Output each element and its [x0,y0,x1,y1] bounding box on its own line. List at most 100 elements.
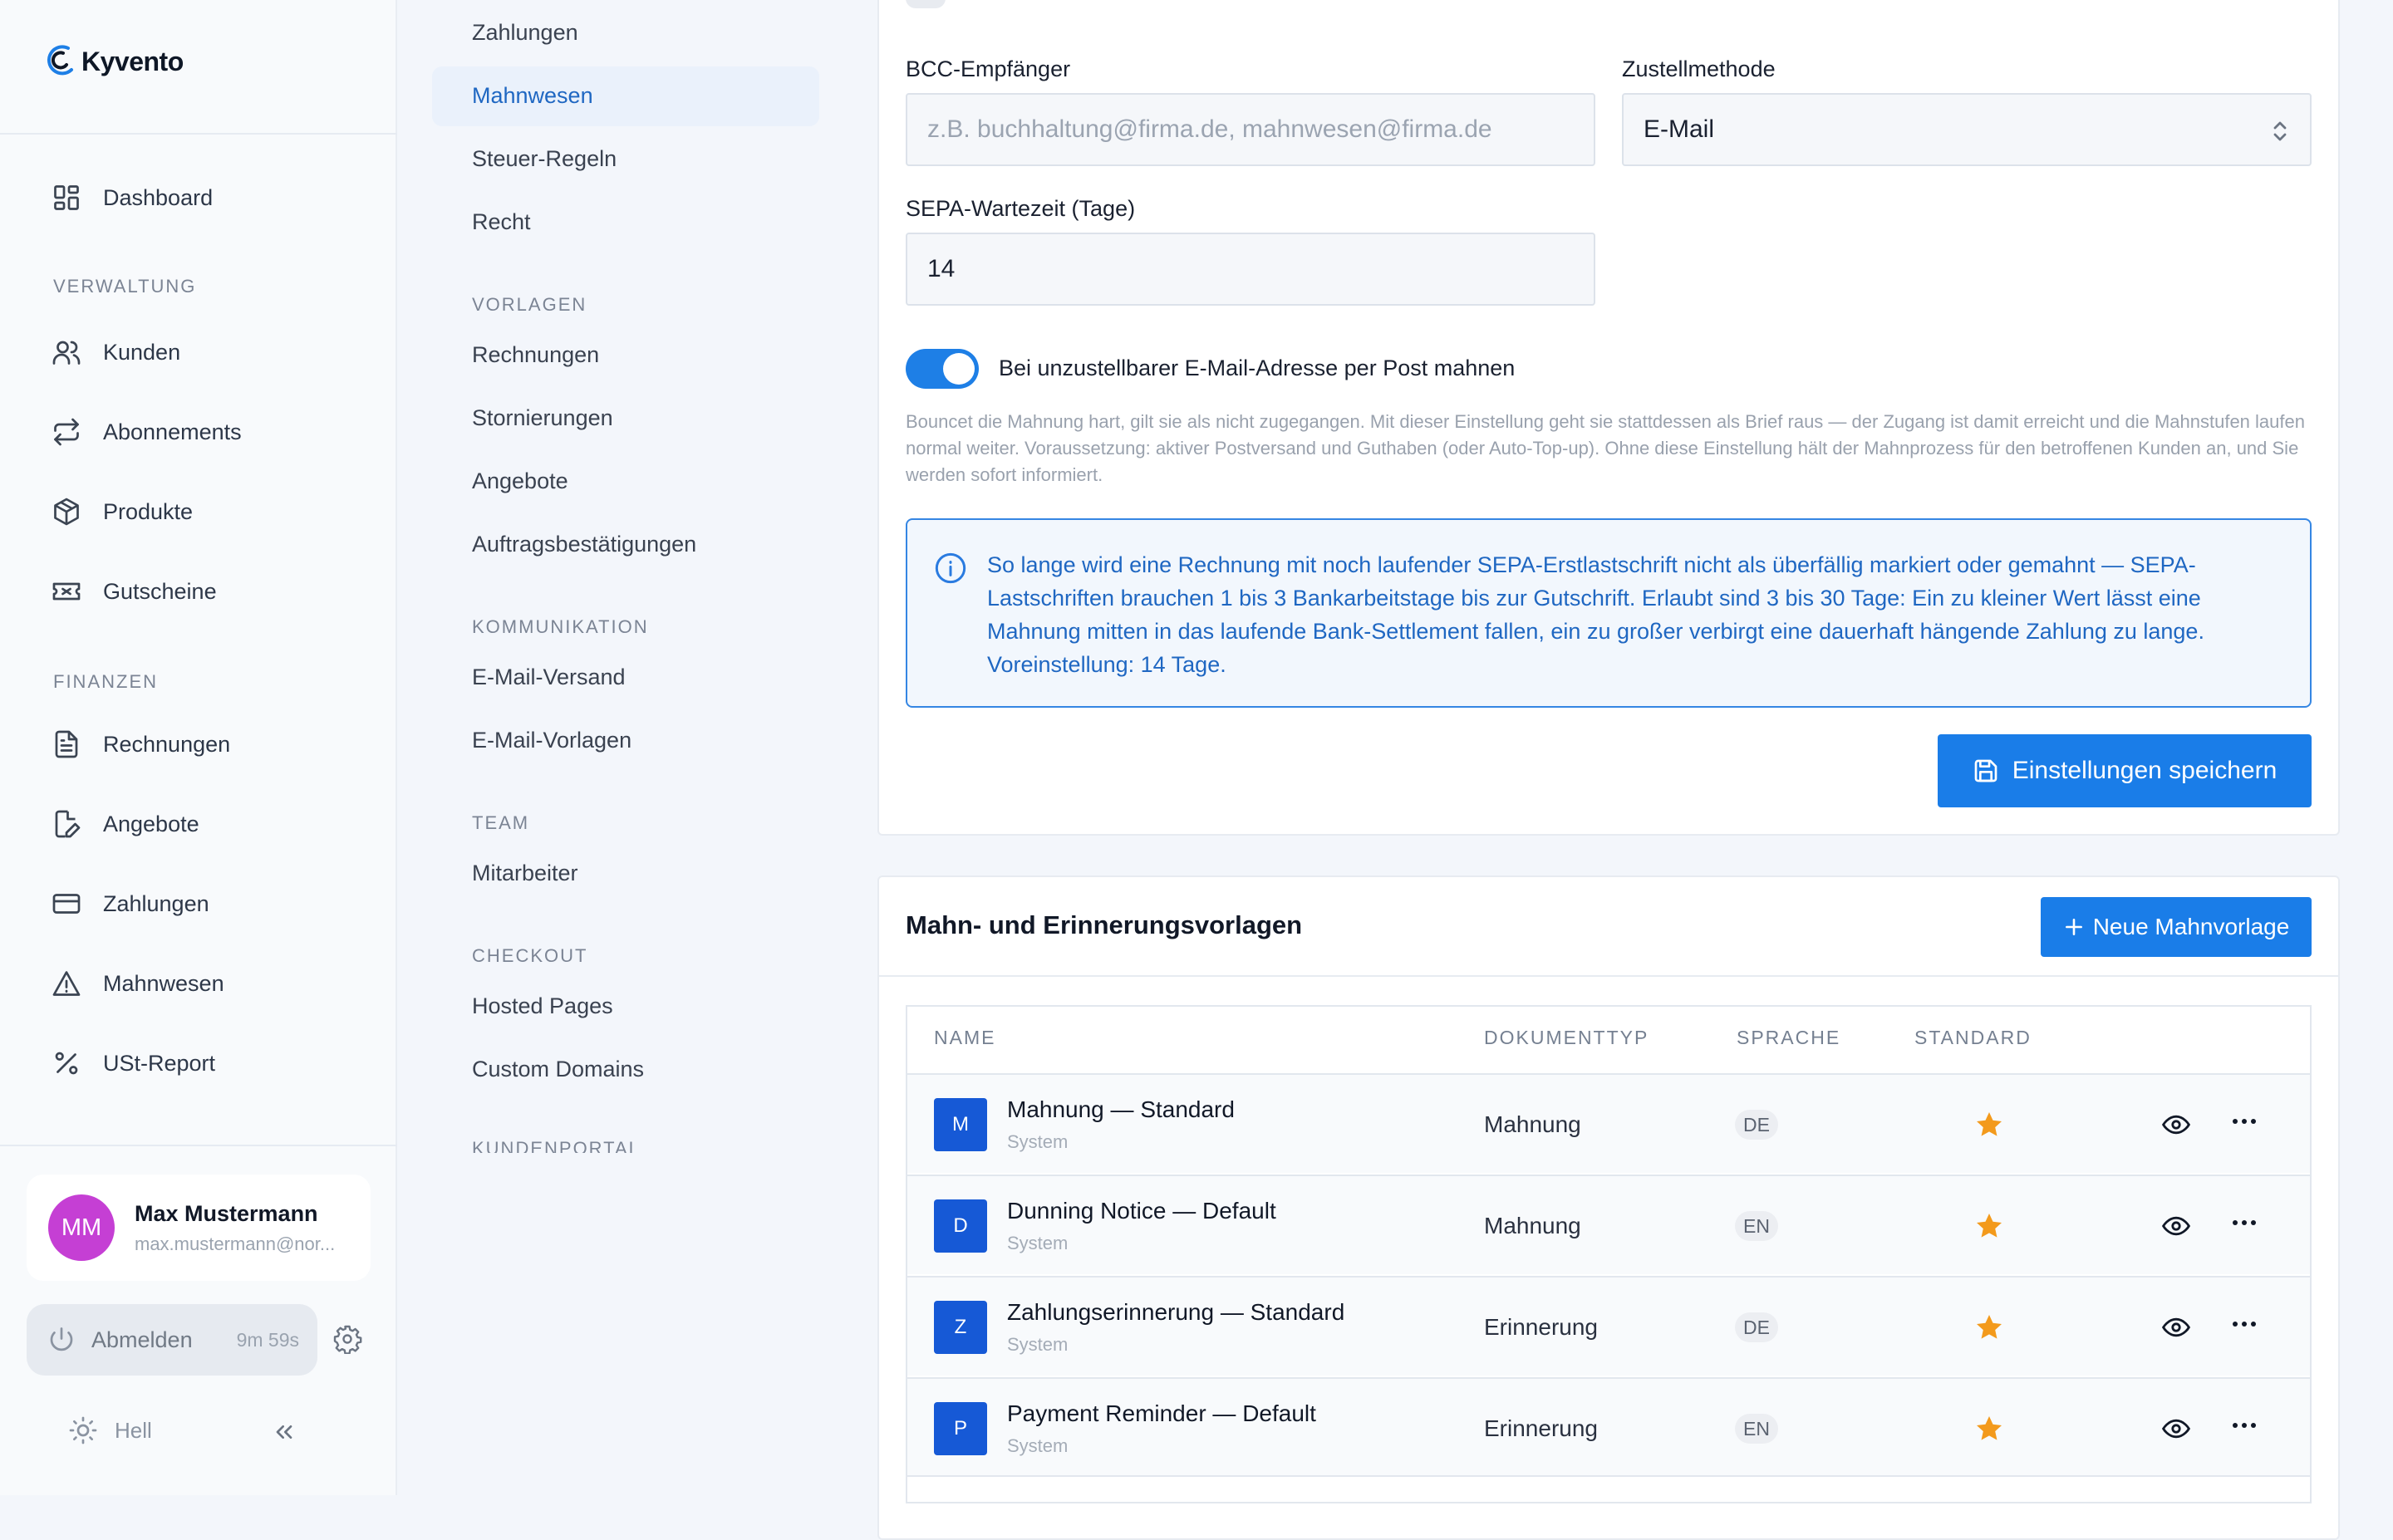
subnav-heading-kundenportal: KUNDENPORTAL [472,1138,641,1153]
save-settings-button[interactable]: Einstellungen speichern [1938,734,2312,807]
percent-icon [55,1052,78,1075]
sidebar-item-label: Kunden [103,339,181,365]
template-name: Mahnung — Standard [1007,1096,1235,1122]
language-badge: EN [1735,1211,1778,1241]
subnav-item-rechnungen[interactable]: Rechnungen [472,342,599,368]
app-logo[interactable]: Kyvento [43,42,184,81]
subnav-item-angebote[interactable]: Angebote [472,468,568,494]
post-fallback-help: Bouncet die Mahnung hart, gilt sie als n… [906,411,2305,485]
eye-icon[interactable] [2162,1417,2190,1440]
plus-icon [2065,919,2082,935]
template-source: System [1007,1334,1069,1355]
more-icon[interactable] [2232,1319,2257,1329]
sidebar-item-label: USt-Report [103,1050,216,1076]
subnav-heading-vorlagen: VORLAGEN [472,294,587,315]
user-card[interactable]: MM Max Mustermann max.mustermann@nor... [27,1175,371,1281]
subnav-item-hosted-pages[interactable]: Hosted Pages [472,993,613,1019]
logout-button[interactable]: Abmelden 9m 59s [27,1304,317,1376]
more-icon[interactable] [2232,1218,2257,1228]
sidebar-item-abonnements[interactable]: Abonnements [52,410,242,454]
sidebar-item-label: Produkte [103,498,194,524]
delivery-method-value: E-Mail [1644,115,1715,143]
sidebar-item-label: Angebote [103,811,199,836]
sidebar-item-angebote[interactable]: Angebote [52,802,199,846]
subnav-heading-checkout: CHECKOUT [472,945,588,966]
table-row[interactable]: D Dunning Notice — Default System Mahnun… [907,1175,2310,1274]
toggle-partial[interactable] [906,0,946,8]
column-header-dokumenttyp: DOKUMENTTYP [1484,1027,1649,1048]
user-email: max.mustermann@nor... [135,1233,336,1254]
sidebar-item-label: Abonnements [103,419,242,444]
subnav-item-zahlungen[interactable]: Zahlungen [472,20,578,46]
app-name: Kyvento [81,46,184,76]
template-doc-type: Erinnerung [1484,1415,1598,1441]
template-source: System [1007,1435,1069,1456]
template-source: System [1007,1131,1069,1152]
star-icon [1977,1315,2002,1339]
settings-subnav: Zahlungen Mahnwesen Steuer-Regeln Recht … [399,0,848,1495]
sidebar-item-mahnwesen[interactable]: Mahnwesen [52,962,224,1005]
language-badge: EN [1735,1414,1778,1444]
subnav-item-e-mail-vorlagen[interactable]: E-Mail-Vorlagen [472,728,631,753]
logo-icon [47,45,73,76]
column-header-standard: STANDARD [1914,1027,2032,1048]
new-template-button[interactable]: Neue Mahnvorlage [2041,897,2312,957]
collapse-sidebar-button[interactable] [271,1419,297,1445]
sidebar-item-produkte[interactable]: Produkte [52,490,193,533]
box-icon [54,498,79,526]
post-fallback-toggle[interactable] [906,349,979,389]
info-icon [935,552,966,584]
language-badge: DE [1735,1312,1778,1342]
more-icon[interactable] [2232,1420,2257,1430]
template-doc-type: Mahnung [1484,1213,1581,1238]
sidebar-item-gutscheine[interactable]: Gutscheine [52,570,217,613]
subnav-item-stornierungen[interactable]: Stornierungen [472,405,613,431]
bcc-input[interactable]: z.B. buchhaltung@firma.de, mahnwesen@fir… [906,93,1595,166]
users-icon [52,341,81,365]
template-initial-badge: P [934,1402,987,1455]
template-name: Zahlungserinnerung — Standard [1007,1299,1345,1325]
table-row[interactable]: Z Zahlungserinnerung — Standard System E… [907,1276,2310,1376]
eye-icon[interactable] [2162,1316,2190,1339]
file-text-icon [55,730,78,758]
more-icon[interactable] [2232,1116,2257,1126]
subnav-item-e-mail-versand[interactable]: E-Mail-Versand [472,665,626,690]
star-icon [1977,1214,2002,1238]
sidebar-item-kunden[interactable]: Kunden [52,331,180,374]
card-divider [879,975,2338,977]
select-chevrons-icon [2273,121,2287,141]
language-badge: DE [1735,1110,1778,1140]
settings-button[interactable] [332,1324,362,1354]
subnav-item-mitarbeiter[interactable]: Mitarbeiter [472,861,578,886]
sidebar-item-rechnungen[interactable]: Rechnungen [52,723,230,766]
credit-card-icon [52,894,81,914]
subnav-item-recht[interactable]: Recht [472,209,531,235]
eye-icon[interactable] [2162,1113,2190,1136]
delivery-method-select[interactable]: E-Mail [1622,93,2312,166]
sidebar-divider [0,133,397,135]
sidebar-heading-finanzen: FINANZEN [53,671,158,692]
eye-icon[interactable] [2162,1214,2190,1238]
sidebar-item-ust-report[interactable]: USt-Report [52,1042,215,1085]
subnav-item-mahnwesen[interactable]: Mahnwesen [472,83,593,109]
subnav-item-auftragsbestaetigungen[interactable]: Auftragsbestätigungen [472,532,696,557]
sepa-wait-input[interactable]: 14 [906,233,1595,306]
column-header-name: NAME [934,1027,996,1048]
save-icon [1974,759,1997,782]
save-settings-label: Einstellungen speichern [2012,757,2278,784]
theme-label: Hell [115,1417,152,1443]
template-initial-badge: M [934,1098,987,1151]
theme-toggle[interactable]: Hell [68,1415,152,1445]
session-timer: 9m 59s [236,1328,299,1351]
table-row[interactable]: P Payment Reminder — Default System Erin… [907,1377,2310,1477]
avatar: MM [48,1194,115,1261]
subnav-item-steuer-regeln[interactable]: Steuer-Regeln [472,146,617,172]
sidebar: Kyvento Dashboard VERWALTUNG Kunden Abon… [0,0,397,1495]
template-name: Dunning Notice — Default [1007,1198,1276,1224]
chevrons-left-icon [276,1425,292,1439]
sidebar-heading-verwaltung: VERWALTUNG [53,276,197,297]
table-row[interactable]: M Mahnung — Standard System Mahnung DE [907,1073,2310,1173]
subnav-item-custom-domains[interactable]: Custom Domains [472,1057,644,1082]
sidebar-item-zahlungen[interactable]: Zahlungen [52,882,209,925]
sidebar-item-dashboard[interactable]: Dashboard [52,176,213,219]
